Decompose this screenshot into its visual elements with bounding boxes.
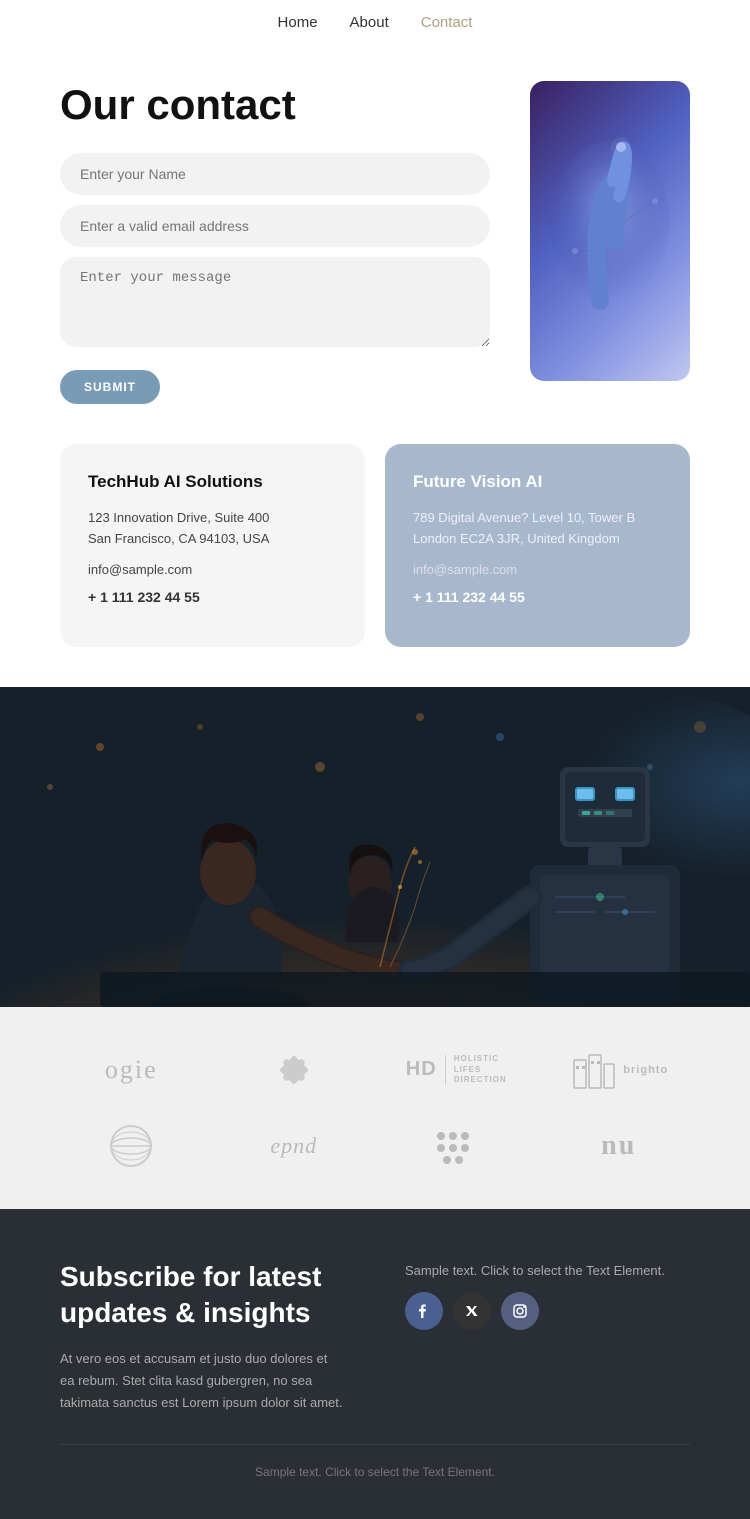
footer-top: Subscribe for latest updates & insights … [60,1259,690,1414]
card-futurevision-phone: + 1 111 232 44 55 [413,586,662,608]
logo-epnd: epnd [270,1133,317,1159]
contact-section: Our contact SUBMIT [0,41,750,444]
logo-ogie: ogie [105,1055,158,1085]
tech-hand-illustration [545,101,675,361]
card-techhub-title: TechHub AI Solutions [88,472,337,492]
message-input[interactable] [60,257,490,347]
twitter-icon[interactable] [453,1292,491,1330]
footer-bottom: Sample text. Click to select the Text El… [60,1444,690,1479]
logo-brighto: brighto [569,1050,668,1090]
card-futurevision-title: Future Vision AI [413,472,662,492]
card-futurevision-email: info@sample.com [413,560,662,581]
footer-right: Sample text. Click to select the Text El… [405,1259,690,1414]
logo-dots-pattern [431,1126,481,1166]
facebook-icon[interactable] [405,1292,443,1330]
contact-image-container [530,81,690,381]
email-input[interactable] [60,205,490,247]
nav-contact[interactable]: Contact [421,14,473,31]
card-techhub-email: info@sample.com [88,560,337,581]
footer-left: Subscribe for latest updates & insights … [60,1259,345,1414]
logo-nu: nu [601,1130,636,1162]
footer-sample-text: Sample text. Click to select the Text El… [405,1263,665,1278]
social-icons [405,1292,539,1330]
card-techhub-phone: + 1 111 232 44 55 [88,586,337,608]
card-techhub-address: 123 Innovation Drive, Suite 400San Franc… [88,508,337,550]
contact-form: Our contact SUBMIT [60,81,490,404]
name-input[interactable] [60,153,490,195]
card-futurevision: Future Vision AI 789 Digital Avenue? Lev… [385,444,690,647]
footer-bottom-text: Sample text. Click to select the Text El… [255,1465,495,1479]
top-nav: Home About Contact [0,0,750,41]
submit-button[interactable]: SUBMIT [60,370,160,404]
nav-home[interactable]: Home [278,14,318,31]
footer-body-text: At vero eos et accusam et justo duo dolo… [60,1348,345,1414]
footer: Subscribe for latest updates & insights … [0,1209,750,1519]
hero-scene-svg [0,687,750,1007]
card-futurevision-address: 789 Digital Avenue? Level 10, Tower BLon… [413,508,662,550]
hero-image-section: Home About Contact [0,687,750,1007]
logos-section: ogie HD HOLISTICLIFESDIRECTION b [0,1007,750,1209]
instagram-icon[interactable] [501,1292,539,1330]
footer-heading: Subscribe for latest updates & insights [60,1259,345,1332]
nav-about[interactable]: About [350,14,389,31]
contact-title: Our contact [60,81,490,129]
address-cards: TechHub AI Solutions 123 Innovation Driv… [0,444,750,687]
card-techhub: TechHub AI Solutions 123 Innovation Driv… [60,444,365,647]
logo-hd: HD HOLISTICLIFESDIRECTION [406,1054,507,1085]
logo-circle-lines [108,1123,154,1169]
logo-flower [271,1047,317,1093]
contact-image [530,81,690,381]
